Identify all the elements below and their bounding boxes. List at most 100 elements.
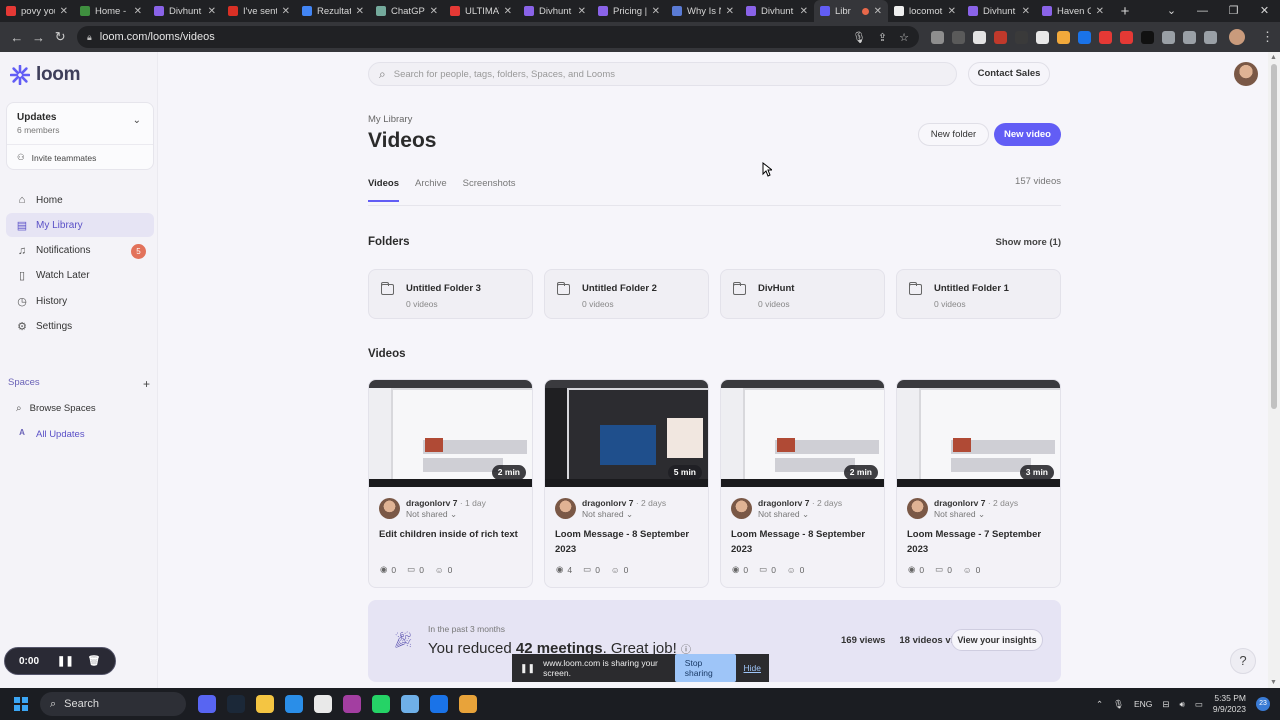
extension-icon[interactable] <box>1099 30 1112 44</box>
messenger-app-icon[interactable] <box>343 695 361 713</box>
browser-tab[interactable]: Haven C ✕ <box>1036 0 1110 22</box>
share-status-dropdown[interactable]: Not shared ⌄ <box>582 509 633 520</box>
extension-icon[interactable] <box>994 30 1007 44</box>
browser-tab[interactable]: Pricing | ✕ <box>592 0 666 22</box>
all-updates-link[interactable]: A All Updates <box>16 428 84 440</box>
discord-app-icon[interactable] <box>198 695 216 713</box>
new-tab-button[interactable]: + <box>1114 3 1136 20</box>
browse-spaces-link[interactable]: ⌕ Browse Spaces <box>16 403 96 414</box>
notepad-app-icon[interactable] <box>401 695 419 713</box>
address-bar[interactable]: 🔒︎ loom.com/looms/videos 🎙︎ ⇪ ☆ <box>76 26 919 48</box>
steam-app-icon[interactable] <box>227 695 245 713</box>
extension-icon[interactable] <box>1120 30 1133 44</box>
loom-logo[interactable]: loom <box>10 64 80 86</box>
folder-card[interactable]: Untitled Folder 2 0 videos <box>544 269 709 319</box>
new-video-button[interactable]: New video <box>994 123 1061 146</box>
close-tab-icon[interactable]: ✕ <box>578 6 586 17</box>
language-indicator[interactable]: ENG <box>1134 699 1152 709</box>
scrollbar-thumb[interactable] <box>1271 64 1277 409</box>
video-title[interactable]: Loom Message - 8 September 2023 <box>555 527 703 557</box>
browser-tab[interactable]: povy you ✕ <box>0 0 74 22</box>
browser-tab[interactable]: ULTIMAT ✕ <box>444 0 518 22</box>
browser-menu-icon[interactable]: ⋮ <box>1261 29 1274 45</box>
video-thumbnail[interactable]: 5 min <box>545 380 708 487</box>
scroll-up-icon[interactable]: ▲ <box>1270 54 1277 61</box>
url-text[interactable]: loom.com/looms/videos <box>100 31 215 43</box>
view-insights-button[interactable]: View your insights <box>951 629 1043 651</box>
sidebar-item-my-library[interactable]: ▤ My Library <box>6 213 154 238</box>
video-title[interactable]: Edit children inside of rich text <box>379 527 527 542</box>
close-tab-icon[interactable]: ✕ <box>430 6 438 17</box>
sidebar-item-history[interactable]: ◷ History <box>6 289 154 313</box>
show-more-folders-button[interactable]: Show more (1) <box>978 237 1061 248</box>
contact-sales-button[interactable]: Contact Sales <box>968 62 1050 86</box>
browser-tab[interactable]: I've sent ✕ <box>222 0 296 22</box>
scroll-down-icon[interactable]: ▼ <box>1270 679 1277 686</box>
minimize-button[interactable]: — <box>1187 0 1218 22</box>
battery-icon[interactable]: ▭ <box>1195 699 1203 710</box>
close-tab-icon[interactable]: ✕ <box>726 6 734 17</box>
tab-videos[interactable]: Videos <box>368 178 399 202</box>
reload-icon[interactable]: ↻ <box>49 29 71 45</box>
new-folder-button[interactable]: New folder <box>918 123 989 146</box>
windows-start-icon[interactable] <box>14 697 28 711</box>
close-tab-icon[interactable]: ✕ <box>1022 6 1030 17</box>
forward-icon[interactable]: → <box>28 30 50 45</box>
volume-icon[interactable]: 🔊︎ <box>1180 699 1185 710</box>
owner-avatar[interactable] <box>555 498 576 519</box>
sidebar-item-notifications[interactable]: ♫ Notifications 5 <box>6 239 154 263</box>
video-card[interactable]: 2 min dragonlorv 7 · 2 days Not shared ⌄ Lo… <box>720 379 885 588</box>
browser-tab[interactable]: Divhunt ✕ <box>962 0 1036 22</box>
sidebar-item-watch-later[interactable]: ▯ Watch Later <box>6 264 154 288</box>
share-icon[interactable]: ⇪ <box>878 31 887 44</box>
microphone-icon[interactable]: 🎙︎ <box>1113 699 1124 710</box>
breadcrumb[interactable]: My Library <box>368 114 412 125</box>
tab-search-button[interactable]: ⌄ <box>1156 0 1187 22</box>
stop-sharing-button[interactable]: Stop sharing <box>674 654 736 682</box>
extension-icon[interactable] <box>952 30 965 44</box>
share-status-dropdown[interactable]: Not shared ⌄ <box>406 509 457 520</box>
extension-icon[interactable] <box>1078 30 1091 44</box>
puzzle-icon[interactable] <box>1162 30 1175 44</box>
folder-card[interactable]: Untitled Folder 1 0 videos <box>896 269 1061 319</box>
chevron-down-icon[interactable]: ⌄ <box>133 115 141 126</box>
search-input[interactable]: ⌕ Search for people, tags, folders, Spac… <box>368 62 957 86</box>
trash-icon[interactable]: 🗑︎ <box>88 656 101 667</box>
tab-archive[interactable]: Archive <box>415 178 447 202</box>
taskbar-clock[interactable]: 5:35 PM 9/9/2023 <box>1213 693 1246 715</box>
close-tab-icon[interactable]: ✕ <box>356 6 364 17</box>
owner-avatar[interactable] <box>731 498 752 519</box>
close-tab-icon[interactable]: ✕ <box>800 6 808 17</box>
browser-tab[interactable]: Divhunt ✕ <box>518 0 592 22</box>
owner-avatar[interactable] <box>907 498 928 519</box>
invite-teammates-button[interactable]: ⚇ Invite teammates <box>17 152 96 163</box>
extension-icon[interactable] <box>1141 30 1154 44</box>
browser-tab[interactable]: Libr ✕ <box>814 0 888 22</box>
chrome-active-app-icon[interactable] <box>459 695 477 713</box>
browser-tab[interactable]: Home - ✕ <box>74 0 148 22</box>
pause-icon[interactable]: ❚❚ <box>57 656 74 667</box>
back-icon[interactable]: ← <box>6 30 28 45</box>
close-tab-icon[interactable]: ✕ <box>652 6 660 17</box>
video-thumbnail[interactable]: 2 min <box>369 380 532 487</box>
browser-tab[interactable]: locomot ✕ <box>888 0 962 22</box>
close-tab-icon[interactable]: ✕ <box>948 6 956 17</box>
video-thumbnail[interactable]: 3 min <box>897 380 1060 487</box>
browser-tab[interactable]: Divhunt ✕ <box>740 0 814 22</box>
app-icon[interactable] <box>314 695 332 713</box>
page-scrollbar[interactable]: ▲ ▼ <box>1268 52 1280 688</box>
side-panel-icon[interactable] <box>1204 30 1217 44</box>
network-icon[interactable]: ⊟ <box>1162 699 1169 710</box>
add-space-icon[interactable]: + <box>143 377 150 391</box>
reading-list-icon[interactable] <box>1183 30 1196 44</box>
whatsapp-app-icon[interactable] <box>372 695 390 713</box>
owner-avatar[interactable] <box>379 498 400 519</box>
chrome-app-icon[interactable] <box>430 695 448 713</box>
extension-icon[interactable] <box>973 30 986 44</box>
user-avatar[interactable] <box>1234 62 1258 86</box>
folder-card[interactable]: Untitled Folder 3 0 videos <box>368 269 533 319</box>
extension-icon[interactable] <box>1036 30 1049 44</box>
close-tab-icon[interactable]: ✕ <box>208 6 216 17</box>
video-card[interactable]: 5 min dragonlorv 7 · 2 days Not shared ⌄ Lo… <box>544 379 709 588</box>
close-tab-icon[interactable]: ✕ <box>1096 6 1104 17</box>
